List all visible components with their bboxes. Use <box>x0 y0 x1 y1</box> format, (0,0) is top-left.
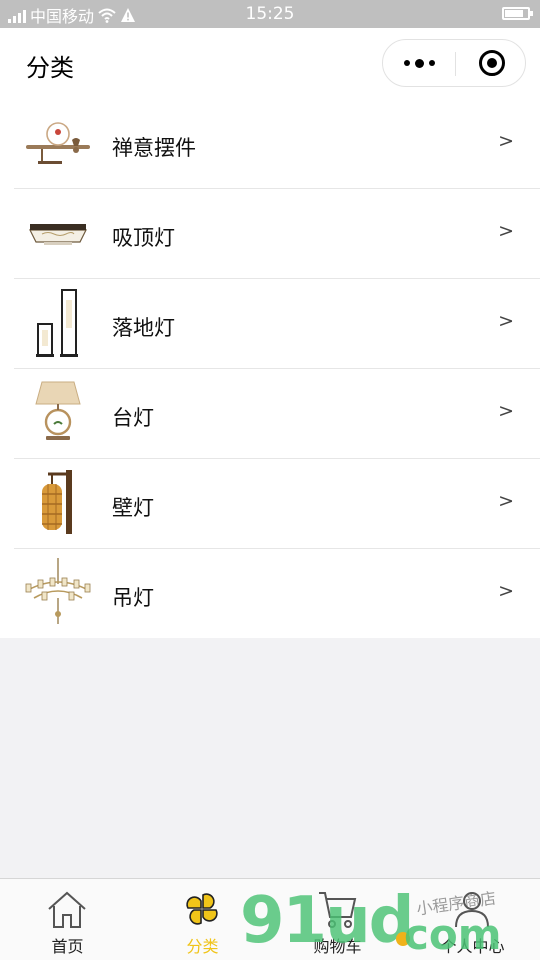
miniprogram-capsule <box>382 39 526 87</box>
capsule-divider <box>455 52 456 76</box>
tab-profile[interactable]: 个人中心 <box>405 879 540 960</box>
category-row-zen-ornament[interactable]: 禅意摆件 > <box>0 98 540 188</box>
category-row-ceiling-light[interactable]: 吸顶灯 > <box>0 188 540 278</box>
battery-icon <box>502 7 533 20</box>
tab-label: 分类 <box>186 937 219 956</box>
category-row-chandelier[interactable]: 吊灯 > <box>0 548 540 638</box>
zen-ornament-thumbnail <box>26 122 90 164</box>
more-menu-button[interactable] <box>383 40 455 86</box>
ceiling-light-thumbnail <box>29 224 87 245</box>
tab-cart[interactable]: 购物车 <box>270 879 405 960</box>
tab-home[interactable]: 首页 <box>0 879 135 960</box>
tab-category[interactable]: 分类 <box>135 879 270 960</box>
chevron-right-icon: > <box>498 580 514 602</box>
chevron-right-icon: > <box>498 130 514 152</box>
tab-bar: 首页 分类 购物车 个人中心 <box>0 878 540 960</box>
cart-icon <box>319 892 357 928</box>
chandelier-thumbnail <box>25 558 91 624</box>
chevron-right-icon: > <box>498 490 514 512</box>
user-icon <box>455 892 489 928</box>
category-icon <box>186 893 218 925</box>
tab-label: 首页 <box>51 937 84 956</box>
floor-lamp-thumbnail <box>36 289 78 357</box>
page-title: 分类 <box>26 54 74 82</box>
home-icon <box>48 891 86 928</box>
nav-bar: 分类 <box>0 28 540 98</box>
category-label: 吸顶灯 <box>112 226 175 250</box>
category-row-table-lamp[interactable]: 台灯 > <box>0 368 540 458</box>
category-label: 台灯 <box>112 406 154 430</box>
category-label: 禅意摆件 <box>112 136 196 160</box>
wall-lamp-thumbnail <box>42 470 72 534</box>
tab-label: 个人中心 <box>440 937 505 956</box>
close-miniprogram-button[interactable] <box>479 50 505 76</box>
category-label: 落地灯 <box>112 316 175 340</box>
chevron-right-icon: > <box>498 400 514 422</box>
category-row-floor-lamp[interactable]: 落地灯 > <box>0 278 540 368</box>
category-list: 禅意摆件 > 吸顶灯 > 落地灯 > 台灯 > 壁灯 > 吊灯 > <box>0 98 540 638</box>
tab-label: 购物车 <box>313 937 362 956</box>
status-time: 15:25 <box>245 4 295 24</box>
chevron-right-icon: > <box>498 310 514 332</box>
category-label: 吊灯 <box>112 586 154 610</box>
status-bar: 中国移动 15:25 <box>0 0 540 28</box>
chevron-right-icon: > <box>498 220 514 242</box>
category-row-wall-lamp[interactable]: 壁灯 > <box>0 458 540 548</box>
category-label: 壁灯 <box>112 496 154 520</box>
table-lamp-thumbnail <box>35 381 81 440</box>
